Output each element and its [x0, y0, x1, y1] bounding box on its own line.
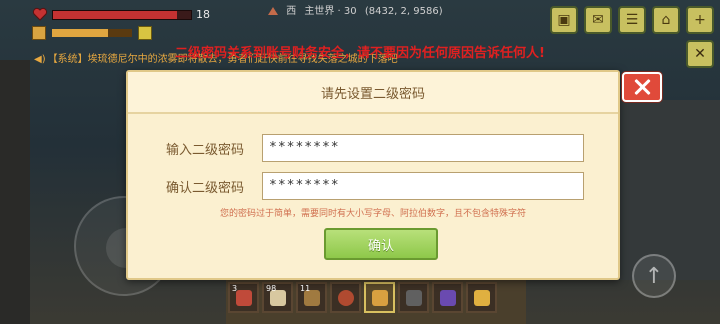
- world-block: [620, 100, 720, 280]
- hotbar-slot[interactable]: [432, 282, 463, 313]
- world-coordinates: (8432, 2, 9586): [364, 6, 443, 17]
- dialog-header: 请先设置二级密码: [128, 72, 618, 114]
- hotbar-slot[interactable]: 3: [228, 282, 259, 313]
- heart-icon: [32, 7, 48, 21]
- hotbar-count: 98: [266, 284, 277, 293]
- dialog-title: 请先设置二级密码: [320, 86, 425, 102]
- password-strength-hint: 您的密码过于简单，需要同时有大小写字母、阿拉伯数字，且不包含特殊字符: [219, 209, 526, 219]
- food-bar-fill: [52, 29, 108, 37]
- health-bar-group: 18: [32, 6, 210, 24]
- hotbar-count: 3: [232, 284, 238, 293]
- world-name: 主世界 · 30: [304, 6, 357, 17]
- jump-arrow-icon: ↑: [644, 263, 664, 289]
- confirm-button[interactable]: 确认: [324, 228, 438, 260]
- food-bar: [52, 29, 132, 37]
- top-right-toolbar: ▣ ✉ ☰ ⌂ +: [550, 6, 714, 34]
- backpack-icon[interactable]: ▣: [550, 6, 578, 34]
- health-value: 18: [196, 8, 210, 21]
- hotbar-slot-selected[interactable]: [364, 282, 395, 313]
- wand-item-icon: [439, 289, 456, 306]
- close-button[interactable]: [622, 72, 662, 102]
- password-input[interactable]: ********: [262, 134, 584, 162]
- confirm-password-label: 确认二级密码: [166, 181, 245, 196]
- armor-item-icon: [473, 289, 490, 306]
- world-block: [0, 60, 30, 324]
- hotbar-slot[interactable]: 98: [262, 282, 293, 313]
- hotbar-slot[interactable]: 11: [296, 282, 327, 313]
- world-direction: 西: [286, 6, 297, 17]
- food-icon: [32, 26, 46, 40]
- anvil-item-icon: [405, 289, 422, 306]
- sword-item-icon: [371, 289, 388, 306]
- close-icon: [633, 78, 651, 96]
- confirm-password-row: 确认二级密码 ********: [128, 172, 618, 200]
- jump-button[interactable]: ↑: [632, 254, 676, 298]
- set-secondary-password-dialog: 请先设置二级密码 输入二级密码 ******** 确认二级密码 ********…: [126, 70, 620, 280]
- password-label: 输入二级密码: [166, 143, 245, 158]
- health-bar-fill: [53, 11, 178, 19]
- shop-icon[interactable]: ⌂: [652, 6, 680, 34]
- add-icon[interactable]: +: [686, 6, 714, 34]
- stamina-icon: [138, 26, 152, 40]
- food-bar-group: [32, 26, 192, 40]
- hotbar-slot[interactable]: [330, 282, 361, 313]
- mail-icon[interactable]: ✉: [584, 6, 612, 34]
- compass-icon: [268, 7, 278, 15]
- confirm-password-input[interactable]: ********: [262, 172, 584, 200]
- orb-item-icon: [337, 289, 354, 306]
- hotbar-slot[interactable]: [466, 282, 497, 313]
- hotbar-count: 11: [300, 284, 311, 293]
- hotbar-slot[interactable]: [398, 282, 429, 313]
- chat-icon[interactable]: ☰: [618, 6, 646, 34]
- world-info: 西 主世界 · 30 (8432, 2, 9586): [268, 2, 448, 17]
- password-row: 输入二级密码 ********: [128, 134, 618, 162]
- fire-item-icon: [235, 289, 252, 306]
- health-bar: [52, 10, 192, 20]
- security-warning-banner: 二级密码关系到账号财务安全，请不要因为任何原因告诉任何人!: [175, 46, 545, 61]
- hotbar: 3 98 11: [228, 282, 497, 313]
